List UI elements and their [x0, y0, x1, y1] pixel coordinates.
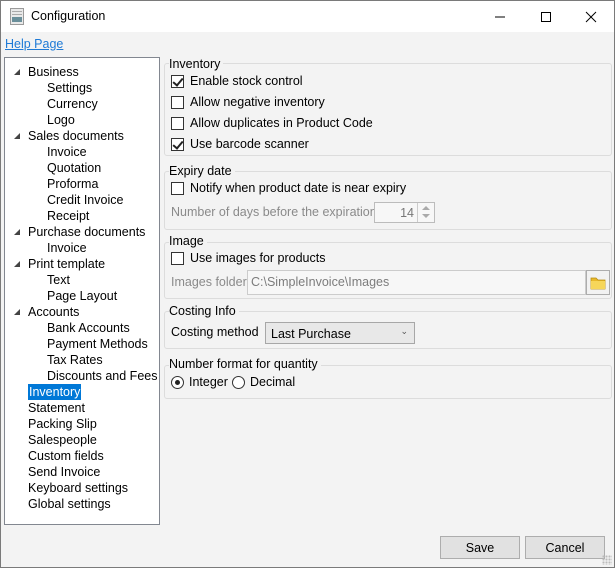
tree-item[interactable]: Text — [47, 272, 70, 288]
checkbox-box[interactable] — [171, 137, 184, 151]
maximize-button[interactable] — [523, 1, 569, 32]
cancel-button[interactable]: Cancel — [525, 536, 605, 559]
allow-negative-inventory-checkbox[interactable]: Allow negative inventory — [171, 95, 325, 109]
radio-label: Integer — [189, 375, 228, 389]
tree-item[interactable]: Proforma — [47, 176, 98, 192]
use-barcode-scanner-checkbox[interactable]: Use barcode scanner — [171, 137, 309, 151]
decimal-radio[interactable]: Decimal — [232, 375, 295, 389]
days-before-expiration-label: Number of days before the expiration — [171, 205, 377, 219]
close-button[interactable] — [568, 1, 614, 32]
radio-button[interactable] — [171, 375, 184, 389]
tree-item[interactable]: Settings — [47, 80, 92, 96]
expiry-group-title: Expiry date — [169, 164, 235, 178]
checkbox-box[interactable] — [171, 181, 184, 195]
checkbox-label: Allow duplicates in Product Code — [190, 116, 373, 130]
inventory-group-title: Inventory — [169, 57, 224, 71]
minimize-button[interactable] — [477, 1, 523, 32]
tree-item[interactable]: Quotation — [47, 160, 101, 176]
chevron-down-icon: ⌄ — [400, 326, 408, 336]
close-icon — [585, 11, 597, 22]
tree-item[interactable]: Receipt — [47, 208, 89, 224]
spinner-buttons[interactable] — [417, 203, 434, 222]
tree-item[interactable]: Inventory — [28, 384, 82, 400]
days-before-expiration-spinner[interactable]: 14 — [374, 202, 435, 223]
resize-grip-icon[interactable] — [602, 555, 612, 565]
tree-item[interactable]: Keyboard settings — [28, 480, 128, 496]
browse-folder-button[interactable] — [586, 270, 610, 295]
tree-item[interactable]: Custom fields — [28, 448, 104, 464]
expand-arrow-icon[interactable] — [14, 69, 20, 75]
expand-arrow-icon[interactable] — [14, 261, 20, 267]
costing-group-title: Costing Info — [169, 304, 239, 318]
checkbox-label: Use images for products — [190, 251, 326, 265]
tree-item[interactable]: Credit Invoice — [47, 192, 123, 208]
images-folder-input[interactable]: C:\SimpleInvoice\Images — [247, 270, 586, 295]
tree-item[interactable]: Currency — [47, 96, 98, 112]
minimize-icon — [495, 16, 505, 17]
select-value: Last Purchase — [271, 327, 351, 341]
app-document-icon — [10, 8, 24, 25]
spin-down-icon[interactable] — [422, 214, 430, 218]
integer-radio[interactable]: Integer — [171, 375, 228, 389]
spinner-value: 14 — [400, 206, 414, 220]
allow-duplicates-checkbox[interactable]: Allow duplicates in Product Code — [171, 116, 373, 130]
notify-expiry-checkbox[interactable]: Notify when product date is near expiry — [171, 181, 406, 195]
costing-method-select[interactable]: Last Purchase ⌄ — [265, 322, 415, 344]
settings-tree[interactable]: Business Settings Currency Logo Sales docume… — [4, 57, 160, 525]
maximize-icon — [541, 11, 551, 22]
radio-label: Decimal — [250, 375, 296, 389]
tree-item[interactable]: Global settings — [28, 496, 111, 512]
tree-item[interactable]: Sales documents — [28, 128, 124, 144]
folder-icon — [590, 277, 606, 290]
tree-item[interactable]: Tax Rates — [47, 352, 103, 368]
number-format-group-title: Number format for quantity — [169, 357, 321, 371]
use-images-checkbox[interactable]: Use images for products — [171, 251, 325, 265]
checkbox-box[interactable] — [171, 116, 184, 130]
expand-arrow-icon[interactable] — [14, 133, 20, 139]
tree-item[interactable]: Invoice — [47, 240, 87, 256]
expand-arrow-icon[interactable] — [14, 309, 20, 315]
tree-item[interactable]: Bank Accounts — [47, 320, 130, 336]
checkbox-label: Enable stock control — [190, 74, 303, 88]
tree-item[interactable]: Payment Methods — [47, 336, 148, 352]
checkbox-label: Allow negative inventory — [190, 95, 325, 109]
checkbox-box[interactable] — [171, 74, 184, 88]
window-title: Configuration — [31, 9, 106, 23]
costing-method-label: Costing method — [171, 325, 259, 339]
images-folder-label: Images folder — [171, 275, 247, 289]
tree-item[interactable]: Business — [28, 64, 79, 80]
tree-item[interactable]: Print template — [28, 256, 105, 272]
radio-button[interactable] — [232, 375, 245, 389]
image-group-title: Image — [169, 234, 207, 248]
enable-stock-control-checkbox[interactable]: Enable stock control — [171, 74, 303, 88]
tree-item[interactable]: Packing Slip — [28, 416, 97, 432]
configuration-window: Configuration Help Page Business Settings… — [0, 0, 615, 568]
tree-item[interactable]: Logo — [47, 112, 75, 128]
tree-item[interactable]: Purchase documents — [28, 224, 145, 240]
checkbox-label: Notify when product date is near expiry — [190, 181, 407, 195]
tree-item[interactable]: Page Layout — [47, 288, 117, 304]
checkbox-box[interactable] — [171, 251, 184, 265]
tree-item[interactable]: Accounts — [28, 304, 79, 320]
spin-up-icon[interactable] — [422, 206, 430, 210]
tree-item[interactable]: Statement — [28, 400, 85, 416]
tree-item[interactable]: Send Invoice — [28, 464, 100, 480]
checkbox-label: Use barcode scanner — [190, 137, 309, 151]
save-button[interactable]: Save — [440, 536, 520, 559]
checkbox-box[interactable] — [171, 95, 184, 109]
expand-arrow-icon[interactable] — [14, 229, 20, 235]
tree-item[interactable]: Salespeople — [28, 432, 97, 448]
tree-item[interactable]: Discounts and Fees — [47, 368, 157, 384]
title-bar: Configuration — [1, 1, 614, 32]
help-page-link[interactable]: Help Page — [5, 37, 63, 51]
tree-item[interactable]: Invoice — [47, 144, 87, 160]
